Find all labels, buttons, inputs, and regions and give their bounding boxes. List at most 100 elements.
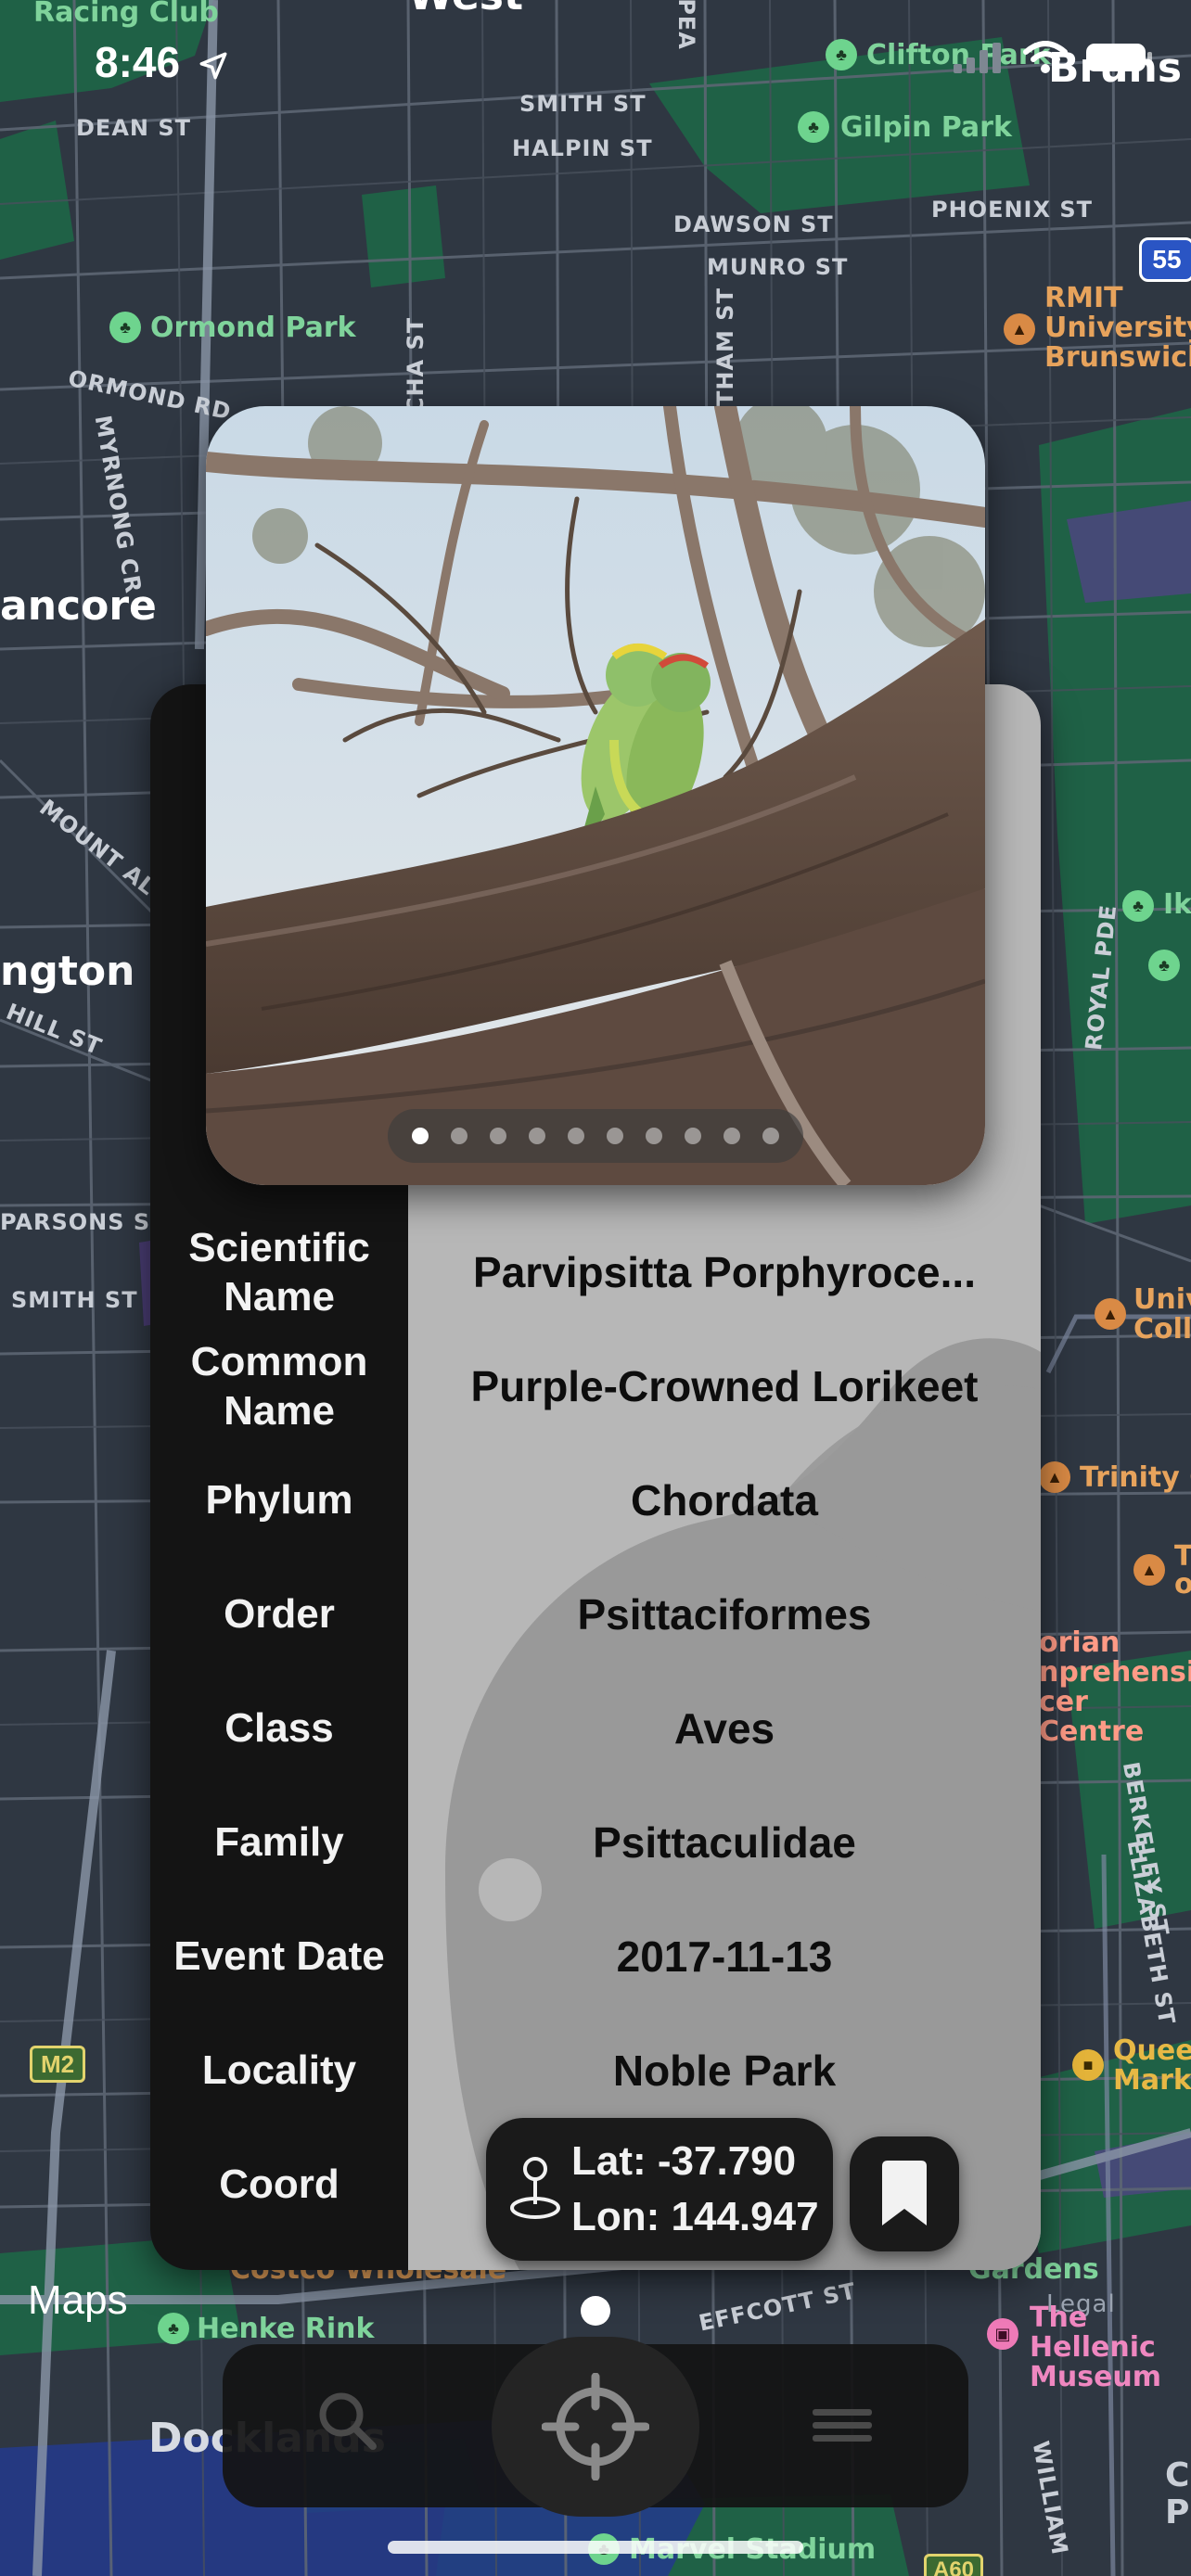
page-dot[interactable] <box>685 1128 701 1144</box>
value-locality: Noble Park <box>612 2046 837 2095</box>
status-time: 8:46 <box>95 37 229 87</box>
map-label-t-o[interactable]: T o <box>1174 1543 1191 1599</box>
bookmark-button[interactable] <box>850 2136 959 2251</box>
map-label-cancer-centre[interactable]: orian nprehensive cer Centre <box>1039 1628 1191 1747</box>
park-pin-icon[interactable]: ♣ <box>109 312 141 343</box>
map-label-racing-club: Racing Club <box>33 0 219 29</box>
map-label-univ-coll[interactable]: Univ Coll <box>1133 1285 1191 1345</box>
university-pin-icon[interactable]: ▲ <box>1039 1461 1070 1493</box>
page-dot[interactable] <box>568 1128 584 1144</box>
label-event-date: Event Date <box>173 1933 385 1979</box>
label-common-name: Common Name <box>190 1338 368 1434</box>
value-family: Psittaculidae <box>593 1817 856 1867</box>
route-55-shield: 55 <box>1139 237 1191 282</box>
value-phylum: Chordata <box>631 1475 818 1524</box>
value-order: Psittaciformes <box>577 1589 872 1639</box>
menu-tab[interactable] <box>813 2407 872 2449</box>
label-locality: Locality <box>201 2047 357 2093</box>
map-pin-icon <box>510 2157 560 2219</box>
map-label-ormond-park[interactable]: Ormond Park <box>150 312 356 344</box>
location-arrow-icon <box>199 52 227 80</box>
latitude-value: Lat: -37.790 <box>571 2138 797 2184</box>
m2-road-shield: M2 <box>30 2046 85 2083</box>
map-label-gilpin-park[interactable]: Gilpin Park <box>840 111 1012 144</box>
row-phylum: Phylum Chordata <box>150 1443 1041 1557</box>
a60-road-shield: A60 <box>924 2554 983 2576</box>
page-dot[interactable] <box>490 1128 506 1144</box>
row-order: Order Psittaciformes <box>150 1557 1041 1671</box>
park-pin-icon[interactable]: ♣ <box>1148 950 1180 981</box>
row-family: Family Psittaculidae <box>150 1785 1041 1899</box>
museum-pin-icon[interactable]: ▣ <box>987 2318 1018 2350</box>
value-event-date: 2017-11-13 <box>616 1932 833 1981</box>
value-common-name: Purple-Crowned Lorikeet <box>470 1361 979 1410</box>
university-pin-icon[interactable]: ▲ <box>1004 313 1035 345</box>
species-photo-carousel[interactable] <box>206 406 985 1185</box>
park-pin-icon[interactable]: ♣ <box>158 2313 189 2344</box>
map-label-trinity[interactable]: Trinity C <box>1080 1461 1191 1494</box>
map-label-cha-st: CHA ST <box>403 316 429 414</box>
map-label-smith-st-2: SMITH ST <box>11 1287 138 1313</box>
market-pin-icon[interactable]: ■ <box>1072 2049 1104 2081</box>
status-indicators <box>954 41 1154 74</box>
map-label-ik[interactable]: Ik <box>1163 888 1191 921</box>
home-indicator[interactable] <box>388 2541 803 2554</box>
status-time-text: 8:46 <box>95 38 181 86</box>
map-page-indicator <box>581 2296 610 2326</box>
coordinates-text: Lat: -37.790 Lon: 144.947 <box>571 2134 819 2245</box>
label-order: Order <box>224 1591 335 1637</box>
label-class: Class <box>224 1705 334 1751</box>
map-label-smith-st: SMITH ST <box>519 91 647 117</box>
apple-maps-attribution[interactable]: Maps <box>28 2277 128 2324</box>
row-event-date: Event Date 2017-11-13 <box>150 1899 1041 2013</box>
magnifying-glass-icon <box>319 2392 377 2450</box>
page-dot[interactable] <box>646 1128 662 1144</box>
species-photo <box>206 406 985 1185</box>
map-label-halpin-st: HALPIN ST <box>512 135 653 161</box>
label-scientific-name: Scientific Name <box>188 1224 370 1320</box>
bottom-tab-bar <box>223 2337 968 2517</box>
maps-attribution-text: Maps <box>28 2277 128 2323</box>
map-label-hellenic-museum[interactable]: The Hellenic Museum <box>1030 2303 1191 2392</box>
page-dot[interactable] <box>724 1128 740 1144</box>
map-label-henke-rink[interactable]: Henke Rink <box>197 2313 374 2345</box>
map-label-queen-market[interactable]: Queen Marke <box>1113 2036 1191 2096</box>
map-label-c-p: C P <box>1165 2456 1190 2531</box>
battery-icon <box>1086 44 1152 71</box>
label-family: Family <box>214 1819 344 1865</box>
label-phylum: Phylum <box>205 1477 353 1523</box>
park-pin-icon[interactable]: ♣ <box>798 111 829 143</box>
map-label-west: West <box>408 0 523 19</box>
university-pin-icon[interactable]: ▲ <box>1133 1554 1165 1586</box>
park-pin-icon[interactable]: ♣ <box>826 39 857 70</box>
hamburger-icon <box>813 2409 872 2442</box>
university-pin-icon[interactable]: ▲ <box>1095 1298 1126 1330</box>
page-dot[interactable] <box>451 1128 467 1144</box>
page-dot[interactable] <box>607 1128 623 1144</box>
page-dot-active[interactable] <box>412 1128 429 1144</box>
cellular-signal-icon <box>954 43 1001 73</box>
map-label-pea: PEA <box>672 0 699 50</box>
row-scientific-name: Scientific Name Parvipsitta Porphyroce..… <box>150 1215 1041 1329</box>
park-pin-icon[interactable]: ♣ <box>1122 890 1154 922</box>
map-label-dean-st: DEAN ST <box>76 115 191 141</box>
wifi-icon <box>1023 41 1068 73</box>
longitude-value: Lon: 144.947 <box>571 2194 819 2239</box>
map-label-munro-st: MUNRO ST <box>707 254 849 280</box>
crosshair-icon <box>542 2373 649 2480</box>
page-dot[interactable] <box>529 1128 545 1144</box>
coordinates-button[interactable]: Lat: -37.790 Lon: 144.947 <box>486 2118 833 2261</box>
map-label-ngton: ngton <box>0 948 135 995</box>
search-tab[interactable] <box>315 2389 380 2458</box>
locate-me-tab[interactable] <box>492 2337 699 2517</box>
photo-page-indicator[interactable] <box>388 1109 803 1163</box>
page-dot[interactable] <box>762 1128 779 1144</box>
map-label-dawson-st: DAWSON ST <box>673 211 834 237</box>
row-class: Class Aves <box>150 1671 1041 1785</box>
map-label-rmit[interactable]: RMIT University Brunswick <box>1044 284 1191 373</box>
value-class: Aves <box>673 1703 775 1753</box>
label-coord: Coord <box>219 2162 339 2207</box>
value-scientific-name: Parvipsitta Porphyroce... <box>473 1247 976 1296</box>
map-label-tham-st: THAM ST <box>711 287 738 406</box>
map-label-phoenix-st: PHOENIX ST <box>931 197 1094 223</box>
